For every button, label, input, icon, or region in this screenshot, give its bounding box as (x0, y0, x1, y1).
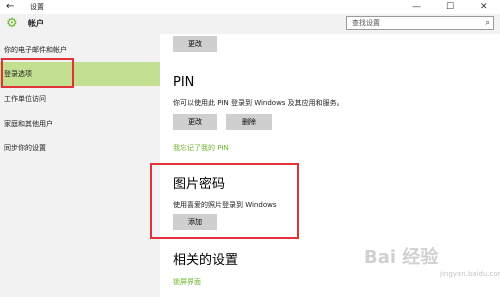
baidu-watermark: Bai 经验 (364, 247, 439, 268)
window-title: 设置 (30, 3, 44, 11)
gear-icon: ⚙ (6, 16, 18, 31)
search-input[interactable]: 查找设置 ⌕ (346, 16, 494, 30)
sidebar-item-label: 同步你的设置 (4, 144, 46, 152)
back-arrow-icon[interactable]: ← (6, 0, 14, 14)
pin-remove-button[interactable]: 删除 (226, 114, 272, 130)
change-button-top[interactable]: 更改 (173, 36, 217, 52)
sidebar-item-label: 家庭和其他用户 (4, 120, 53, 128)
related-settings-heading: 相关的设置 (173, 253, 239, 268)
lock-screen-link[interactable]: 锁屏界面 (173, 277, 201, 287)
sidebar-item-label: 工作单位访问 (4, 95, 46, 103)
baidu-watermark-url: jingyan.baidu.com (440, 270, 500, 278)
picture-password-add-button[interactable]: 添加 (173, 214, 217, 230)
title-bar: ← 设置 — ☐ ✕ (0, 0, 500, 14)
search-placeholder: 查找设置 (352, 19, 380, 27)
sidebar-item-family-users[interactable]: 家庭和其他用户 (0, 112, 160, 136)
picture-password-heading: 图片密码 (173, 177, 226, 192)
close-button[interactable]: ✕ (480, 0, 488, 14)
pin-description: 你可以使用此 PIN 登录到 Windows 及其应用和服务。 (173, 99, 344, 107)
sidebar-item-label: 你的电子邮件和帐户 (4, 46, 67, 54)
highlight-box-sign-in (1, 58, 74, 88)
sidebar-item-work-access[interactable]: 工作单位访问 (0, 87, 160, 111)
search-icon[interactable]: ⌕ (486, 17, 490, 29)
pin-change-button[interactable]: 更改 (173, 114, 217, 130)
maximize-button[interactable]: ☐ (446, 0, 454, 14)
sidebar-item-sync-settings[interactable]: 同步你的设置 (0, 136, 160, 160)
picture-password-description: 使用喜爱的照片登录到 Windows (173, 201, 277, 209)
forgot-pin-link[interactable]: 我忘记了我的 PIN (173, 143, 229, 153)
minimize-button[interactable]: — (412, 0, 421, 14)
pin-heading: PIN (173, 75, 195, 90)
page-title: 帐户 (28, 19, 44, 28)
